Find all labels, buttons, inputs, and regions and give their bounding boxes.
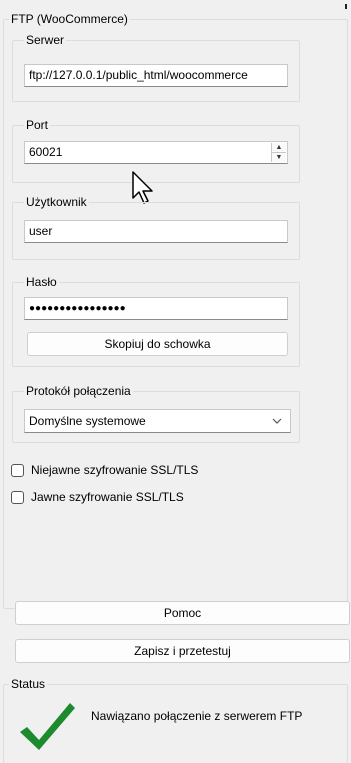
top-right-tick (345, 4, 347, 9)
password-label: Hasło (24, 275, 59, 289)
explicit-ssl-checkbox[interactable]: Jawne szyfrowanie SSL/TLS (11, 489, 184, 505)
ftp-group-title: FTP (WooCommerce) (9, 12, 130, 26)
port-stepper[interactable]: ▲ ▼ (271, 143, 286, 162)
save-and-test-button[interactable]: Zapisz i przetestuj (15, 639, 350, 663)
server-label: Serwer (24, 33, 67, 47)
port-value: 60021 (29, 145, 63, 159)
protocol-select[interactable]: Domyślne systemowe (24, 409, 291, 433)
implicit-ssl-checkbox[interactable]: Niejawne szyfrowanie SSL/TLS (11, 462, 198, 478)
stepper-up-icon[interactable]: ▲ (272, 143, 286, 153)
user-input[interactable]: user (24, 220, 288, 243)
checkbox-icon[interactable] (11, 490, 24, 504)
user-label: Użytkownik (24, 195, 89, 209)
server-input[interactable]: ftp://127.0.0.1/public_html/woocommerce (24, 64, 288, 87)
checkbox-icon[interactable] (11, 463, 24, 477)
port-label: Port (24, 118, 51, 132)
help-button[interactable]: Pomoc (15, 601, 350, 625)
port-input[interactable]: 60021 ▲ ▼ (24, 141, 288, 164)
protocol-label: Protokół połączenia (24, 384, 133, 398)
password-input[interactable]: ●●●●●●●●●●●●●●●● (24, 297, 288, 320)
implicit-ssl-label: Niejawne szyfrowanie SSL/TLS (31, 463, 199, 477)
checkmark-icon (17, 700, 77, 755)
chevron-down-icon[interactable] (272, 410, 282, 432)
status-message: Nawiązano połączenie z serwerem FTP (91, 709, 303, 723)
status-label: Status (9, 677, 48, 691)
explicit-ssl-label: Jawne szyfrowanie SSL/TLS (31, 490, 184, 504)
copy-to-clipboard-button[interactable]: Skopiuj do schowka (27, 332, 288, 356)
protocol-selected-value: Domyślne systemowe (29, 414, 146, 428)
stepper-down-icon[interactable]: ▼ (272, 153, 286, 162)
